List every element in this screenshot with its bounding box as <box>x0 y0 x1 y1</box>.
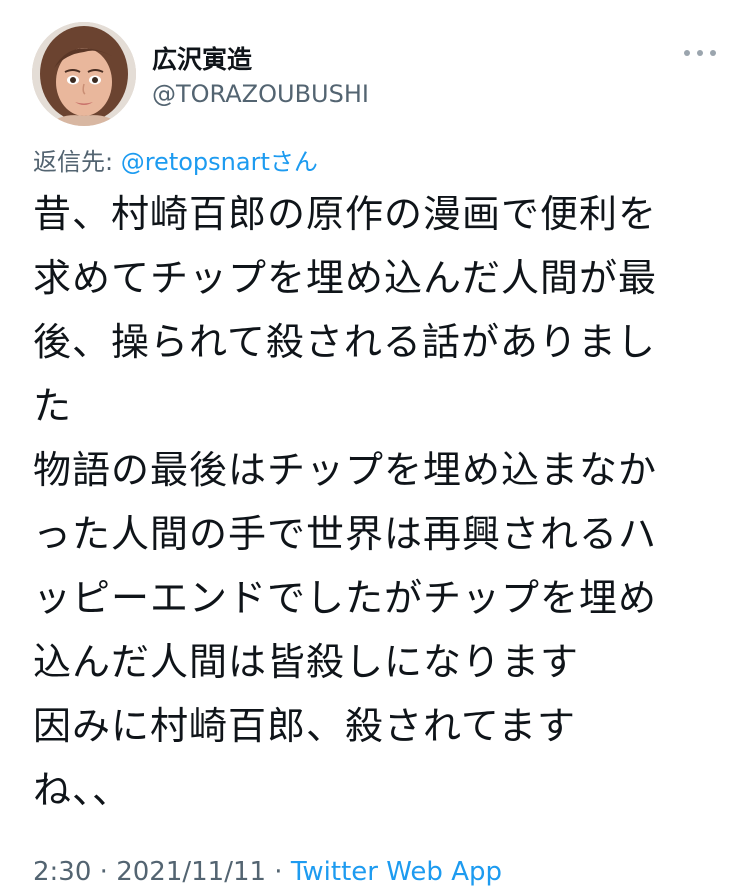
tweet-text-line: った人間の手で世界は再興されるハ <box>33 512 658 556</box>
more-dot <box>710 50 716 56</box>
tweet-text-line: 求めてチップを埋め込んだ人間が最 <box>33 256 658 300</box>
avatar-image <box>32 22 136 126</box>
tweet-text-line: 昔、村崎百郎の原作の漫画で便利を <box>33 192 658 236</box>
tweet-text-line: ね、、 <box>33 768 132 812</box>
tweet: 広沢寅造 @TORAZOUBUSHI 返信先: @retopsnartさん 昔、… <box>0 0 750 893</box>
tweet-text-line: 因みに村崎百郎、殺されてます <box>33 704 576 748</box>
tweet-source-link[interactable]: Twitter Web App <box>291 857 502 887</box>
tweet-text-line: た <box>33 384 73 428</box>
more-dot <box>684 50 690 56</box>
tweet-meta: 2:30 · 2021/11/11 · Twitter Web App <box>33 857 502 887</box>
replying-to: 返信先: @retopsnartさん <box>33 142 318 177</box>
meta-separator: · <box>266 857 291 887</box>
tweet-date[interactable]: 2021/11/11 <box>116 857 266 887</box>
reply-mention-link[interactable]: @retopsnartさん <box>121 148 318 176</box>
tweet-text-line: ッピーエンドでしたがチップを埋め <box>33 576 658 620</box>
tweet-text-line: 後、操られて殺される話がありまし <box>33 320 656 364</box>
reply-mention: @retopsnart <box>120 148 270 176</box>
user-handle[interactable]: @TORAZOUBUSHI <box>152 80 369 108</box>
tweet-text-line: 込んだ人間は皆殺しになります <box>33 640 580 684</box>
reply-prefix: 返信先: <box>33 148 121 176</box>
tweet-time[interactable]: 2:30 <box>33 857 91 887</box>
more-horizontal-icon[interactable] <box>684 46 716 60</box>
display-name[interactable]: 広沢寅造 <box>152 40 252 76</box>
more-dot <box>697 50 703 56</box>
tweet-text: 昔、村崎百郎の原作の漫画で便利を 求めてチップを埋め込んだ人間が最 後、操られて… <box>33 182 723 822</box>
meta-separator: · <box>91 857 117 887</box>
tweet-text-line: 物語の最後はチップを埋め込まなか <box>33 448 658 492</box>
avatar[interactable] <box>32 22 136 126</box>
reply-suffix: さん <box>269 148 318 176</box>
